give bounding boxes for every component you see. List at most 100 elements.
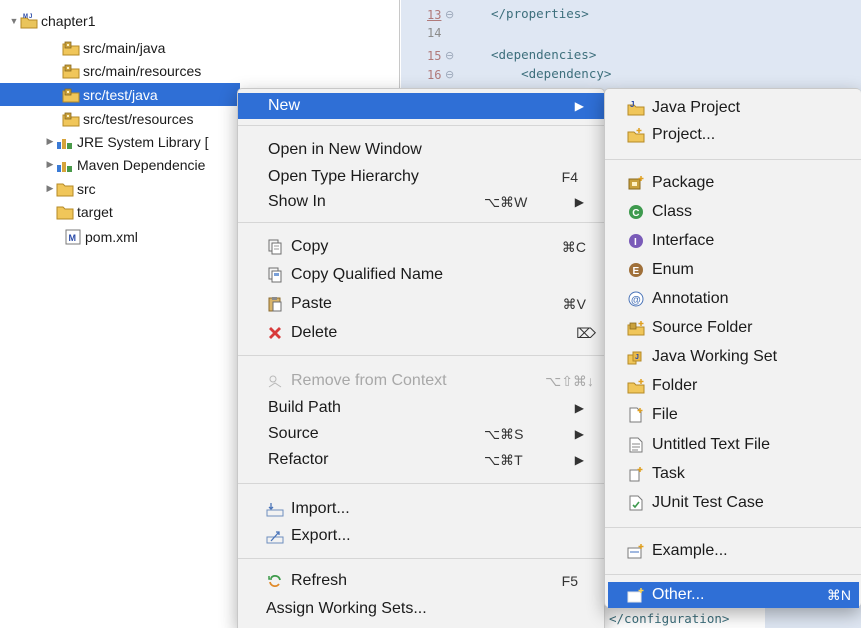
submenu-item-annotation[interactable]: @ Annotation bbox=[605, 286, 861, 312]
source-folder-icon bbox=[62, 63, 80, 79]
menu-item-label: Annotation bbox=[652, 290, 729, 307]
menu-item-open-in-new-window[interactable]: Open in New Window bbox=[238, 137, 604, 163]
menu-item-label: Open Type Hierarchy bbox=[268, 168, 419, 185]
menu-separator bbox=[238, 222, 604, 223]
tree-item-label: chapter1 bbox=[41, 12, 96, 29]
interface-icon: I bbox=[627, 232, 645, 250]
tree-item-target[interactable]: target bbox=[0, 200, 240, 223]
menu-item-copy[interactable]: Copy ⌘C bbox=[238, 234, 604, 260]
svg-text:M: M bbox=[69, 233, 77, 243]
fold-icon[interactable]: ⊖ bbox=[445, 8, 454, 21]
expand-arrow-icon[interactable]: ▼ bbox=[8, 16, 20, 26]
submenu-item-package[interactable]: Package bbox=[605, 170, 861, 196]
menu-item-export[interactable]: Export... bbox=[238, 523, 604, 549]
menu-item-label: Copy bbox=[291, 238, 329, 255]
tree-item-chapter1[interactable]: ▼ MJ chapter1 bbox=[0, 9, 240, 32]
menu-item-label: Source Folder bbox=[652, 319, 753, 336]
menu-item-refresh[interactable]: Refresh F5 bbox=[238, 568, 604, 594]
submenu-arrow-icon: ▶ bbox=[574, 427, 584, 441]
tree-item-src-main-java[interactable]: src/main/java bbox=[0, 36, 240, 59]
menu-item-label: Enum bbox=[652, 261, 694, 278]
submenu-item-project[interactable]: Project... bbox=[605, 122, 861, 148]
menu-item-source[interactable]: Source ⌥⌘S ▶ bbox=[238, 421, 604, 447]
delete-icon bbox=[266, 324, 284, 342]
submenu-item-untitled-text-file[interactable]: Untitled Text File bbox=[605, 432, 861, 458]
tree-item-label: JRE System Library [ bbox=[77, 133, 209, 150]
tree-item-maven-dependencies[interactable]: ▶ Maven Dependencie bbox=[0, 153, 240, 176]
tree-item-label: src/main/resources bbox=[83, 62, 202, 79]
new-file-icon bbox=[627, 406, 645, 424]
submenu-item-example[interactable]: Example... bbox=[605, 538, 861, 564]
menu-item-label: Example... bbox=[652, 542, 728, 559]
submenu-item-junit-test-case[interactable]: JUnit Test Case bbox=[605, 490, 861, 516]
shortcut-label: ⌘N bbox=[826, 586, 851, 603]
tree-item-src[interactable]: ▶ src bbox=[0, 177, 240, 200]
xml-file-icon: M bbox=[64, 229, 82, 245]
menu-item-label: New bbox=[268, 97, 301, 114]
maven-project-icon: MJ bbox=[20, 13, 38, 29]
junit-icon bbox=[627, 494, 645, 512]
tree-item-pom-xml[interactable]: M pom.xml bbox=[0, 225, 240, 248]
menu-item-build-path[interactable]: Build Path ▶ bbox=[238, 395, 604, 421]
export-icon bbox=[266, 527, 284, 545]
menu-item-label: Paste bbox=[291, 295, 332, 312]
menu-item-label: Export... bbox=[291, 527, 351, 544]
menu-item-label: Import... bbox=[291, 500, 350, 517]
tree-item-src-test-resources[interactable]: src/test/resources bbox=[0, 107, 240, 130]
menu-item-label: Refactor bbox=[268, 451, 329, 468]
line-number: 14 bbox=[427, 26, 442, 40]
tree-item-label: src/test/resources bbox=[83, 110, 194, 127]
svg-text:I: I bbox=[634, 237, 637, 248]
menu-item-show-in[interactable]: Show In ⌥⌘W ▶ bbox=[238, 189, 604, 215]
menu-item-label: Source bbox=[268, 425, 319, 442]
menu-item-label: Folder bbox=[652, 377, 698, 394]
menu-item-assign-working-sets[interactable]: Assign Working Sets... bbox=[238, 596, 604, 622]
new-submenu: J Java Project Project... Package C Clas… bbox=[604, 88, 861, 608]
submenu-item-source-folder[interactable]: Source Folder bbox=[605, 315, 861, 341]
fold-icon[interactable]: ⊖ bbox=[445, 49, 454, 62]
menu-item-label: Class bbox=[652, 203, 693, 220]
text-file-icon bbox=[627, 436, 645, 454]
menu-separator bbox=[605, 574, 861, 575]
tree-item-src-main-resources[interactable]: src/main/resources bbox=[0, 59, 240, 82]
submenu-item-task[interactable]: Task bbox=[605, 461, 861, 487]
menu-item-label: Java Working Set bbox=[652, 348, 778, 365]
annotation-icon: @ bbox=[627, 290, 645, 308]
menu-item-new[interactable]: New ▶ bbox=[238, 93, 604, 119]
tree-item-src-test-java[interactable]: src/test/java bbox=[0, 83, 240, 106]
code-line: </configuration> bbox=[609, 611, 730, 626]
fold-icon[interactable]: ⊖ bbox=[445, 68, 454, 81]
submenu-item-java-project[interactable]: J Java Project bbox=[605, 95, 861, 121]
submenu-item-interface[interactable]: I Interface bbox=[605, 228, 861, 254]
source-folder-icon bbox=[62, 40, 80, 56]
expand-arrow-icon[interactable]: ▶ bbox=[44, 183, 56, 194]
package-icon bbox=[627, 174, 645, 192]
line-number: 15 bbox=[427, 49, 442, 63]
menu-item-label: Delete bbox=[291, 324, 338, 341]
shortcut-label: ⌘C bbox=[561, 238, 586, 255]
menu-item-copy-qualified-name[interactable]: Copy Qualified Name bbox=[238, 262, 604, 288]
submenu-item-class[interactable]: C Class bbox=[605, 199, 861, 225]
code-line: </properties> bbox=[491, 6, 589, 21]
submenu-item-folder[interactable]: Folder bbox=[605, 373, 861, 399]
menu-item-label: Untitled Text File bbox=[652, 436, 770, 453]
menu-item-delete[interactable]: Delete ⌦ bbox=[238, 320, 604, 346]
library-icon bbox=[56, 134, 74, 150]
example-icon bbox=[627, 542, 645, 560]
submenu-item-java-working-set[interactable]: J Java Working Set bbox=[605, 344, 861, 370]
expand-arrow-icon[interactable]: ▶ bbox=[44, 159, 56, 170]
tree-item-jre-system-library[interactable]: ▶ JRE System Library [ bbox=[0, 130, 240, 153]
menu-item-paste[interactable]: Paste ⌘V bbox=[238, 291, 604, 317]
shortcut-label: F4 bbox=[561, 169, 578, 185]
submenu-item-other[interactable]: Other... ⌘N bbox=[608, 582, 859, 608]
menu-item-label: Show In bbox=[268, 193, 326, 210]
menu-item-open-type-hierarchy[interactable]: Open Type Hierarchy F4 bbox=[238, 164, 604, 190]
menu-item-import[interactable]: Import... bbox=[238, 496, 604, 522]
code-line: <dependencies> bbox=[491, 47, 597, 62]
submenu-item-enum[interactable]: E Enum bbox=[605, 257, 861, 283]
expand-arrow-icon[interactable]: ▶ bbox=[44, 136, 56, 147]
submenu-item-file[interactable]: File bbox=[605, 402, 861, 428]
menu-item-label: JUnit Test Case bbox=[652, 494, 764, 511]
menu-item-refactor[interactable]: Refactor ⌥⌘T ▶ bbox=[238, 447, 604, 473]
menu-item-label: Task bbox=[652, 465, 685, 482]
